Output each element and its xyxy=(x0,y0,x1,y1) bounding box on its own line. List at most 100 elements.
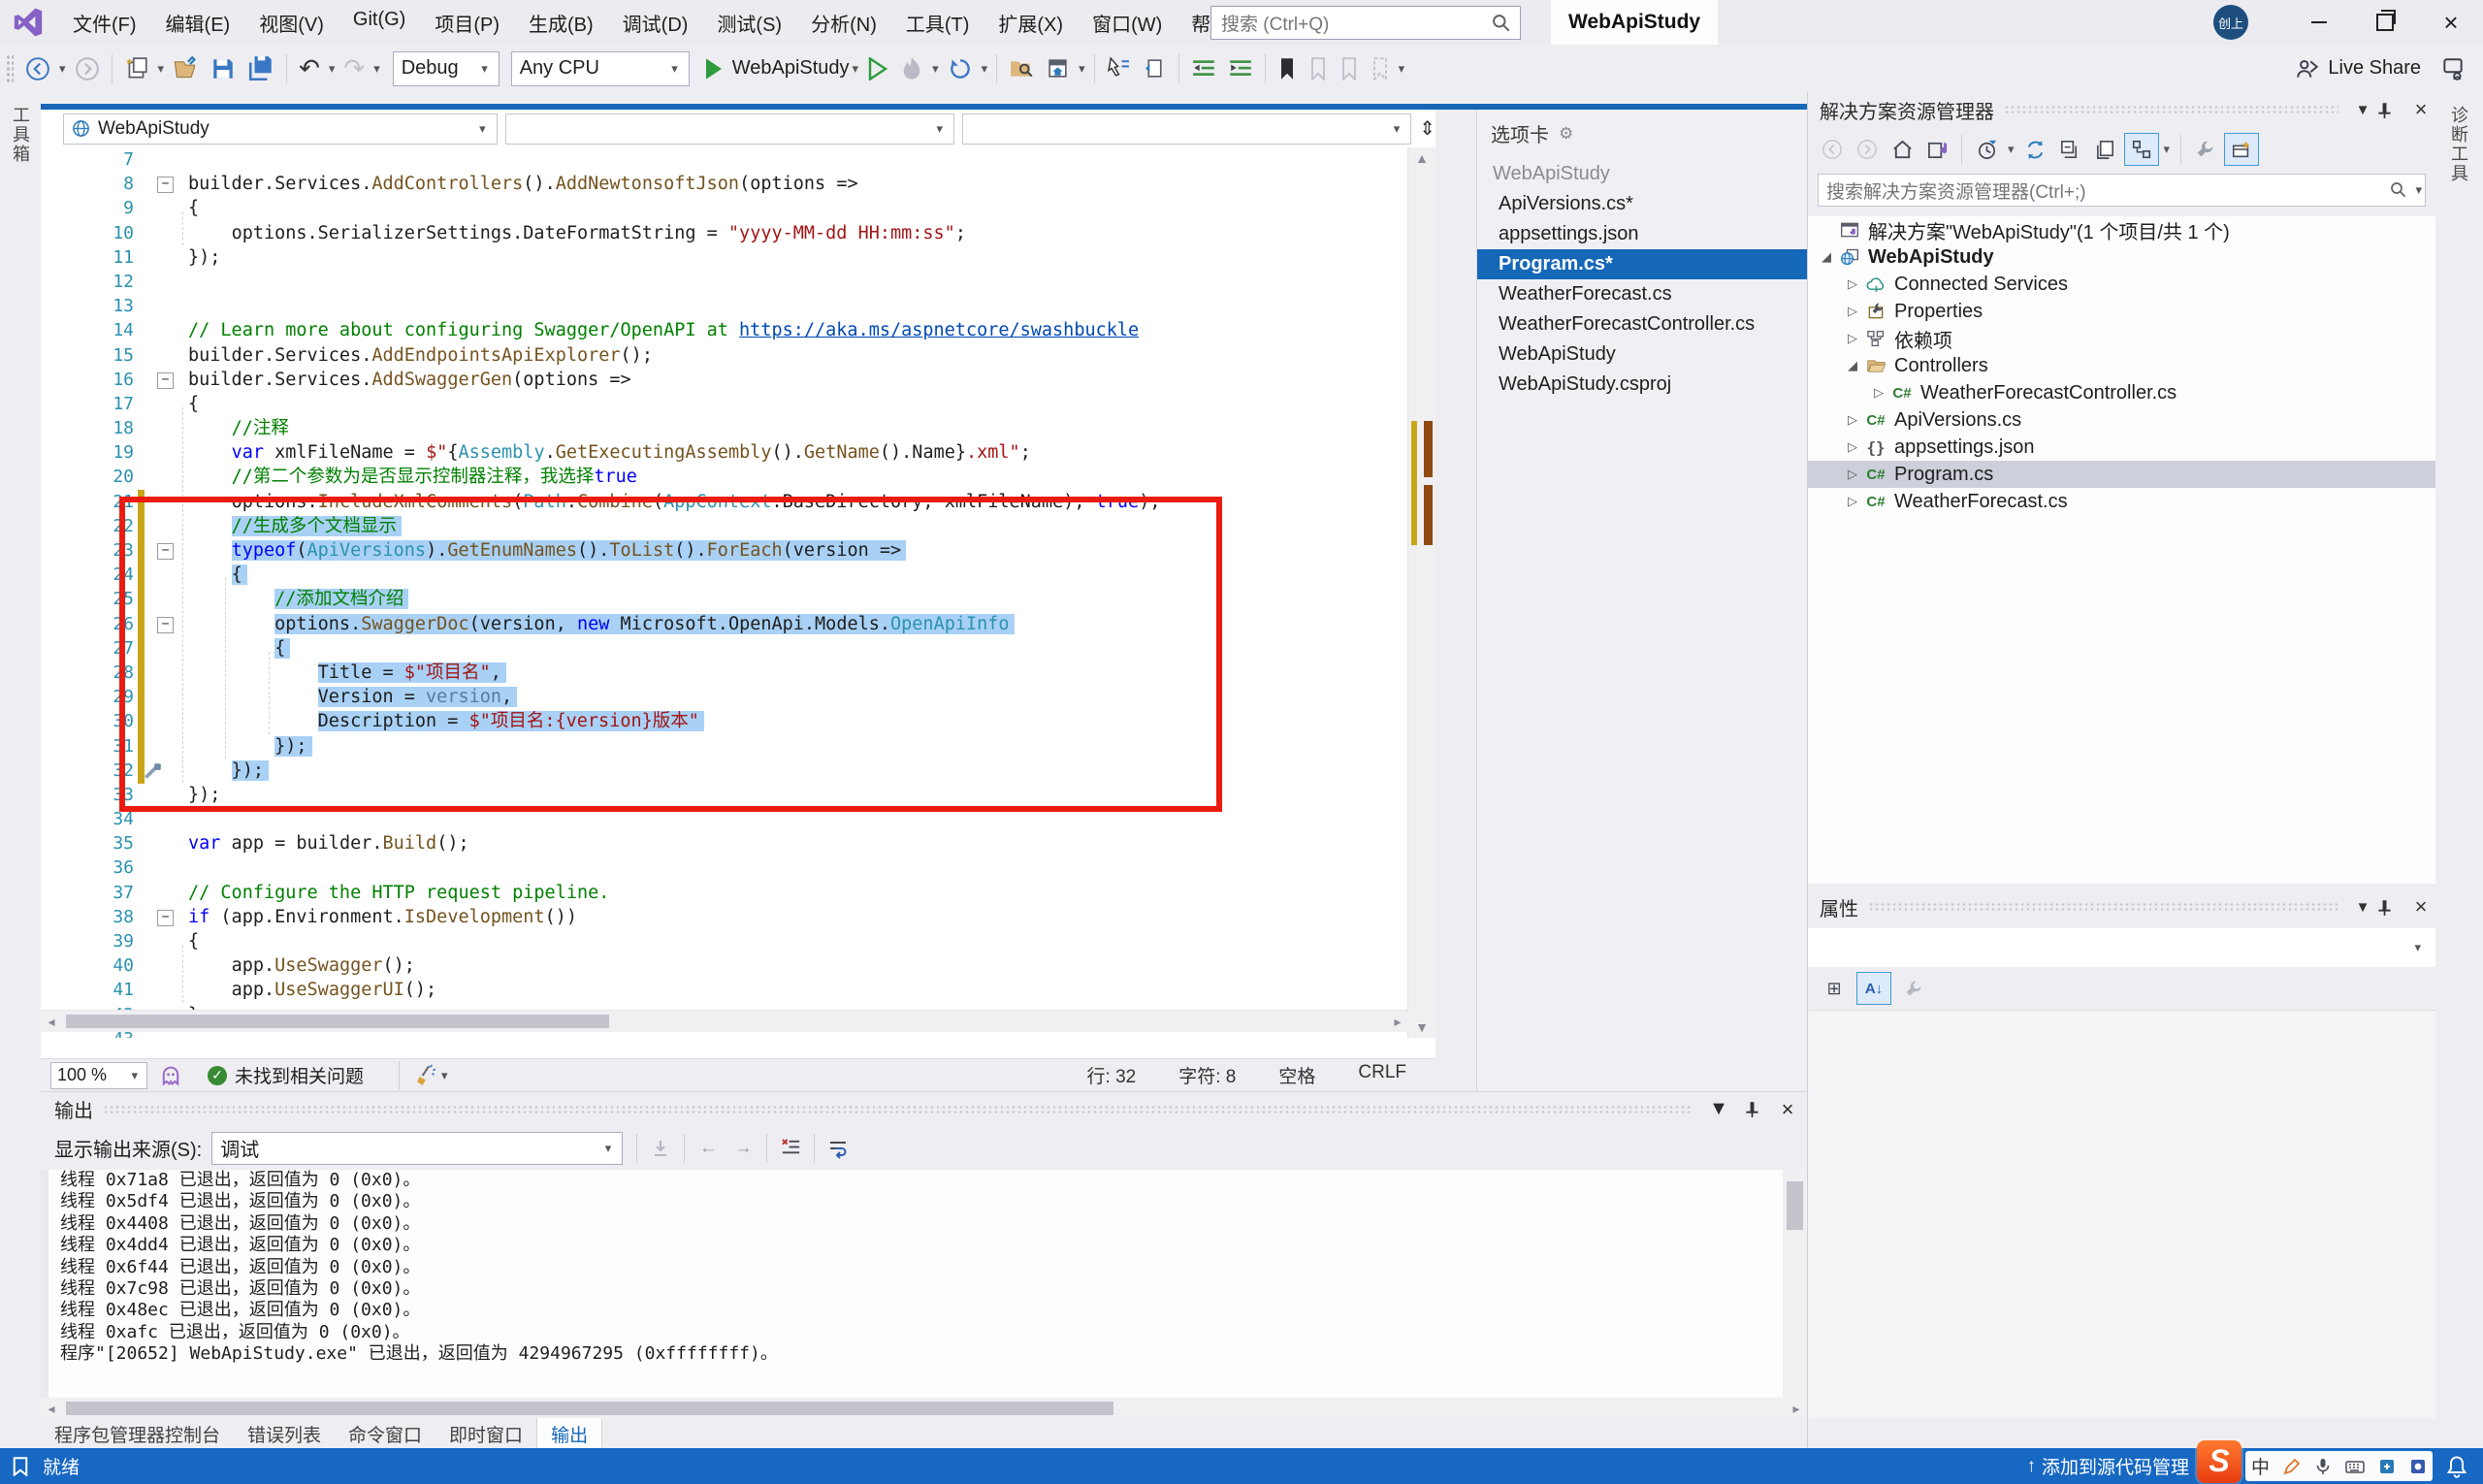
code-line[interactable]: 26− options.SwaggerDoc(version, new Micr… xyxy=(41,612,1408,636)
open-file-button[interactable] xyxy=(167,50,205,87)
tree-item-controllers[interactable]: ◢Controllers xyxy=(1808,352,2435,379)
restore-button[interactable] xyxy=(2355,0,2415,45)
start-debugging-button[interactable]: WebApiStudy ▾ xyxy=(703,57,861,81)
tree-item--webapistudy-1-1-[interactable]: 解决方案"WebApiStudy"(1 个项目/共 1 个) xyxy=(1808,216,2435,243)
code-line[interactable]: 40 app.UseSwagger(); xyxy=(41,953,1408,978)
code-line[interactable]: 23− typeof(ApiVersions).GetEnumNames().T… xyxy=(41,538,1408,563)
pane-menu-caret[interactable]: ▼ xyxy=(2348,102,2377,118)
ime-keyboard-icon[interactable] xyxy=(2345,1458,2365,1475)
new-project-button[interactable] xyxy=(118,50,155,87)
tree-item-properties[interactable]: ▷Properties xyxy=(1808,298,2435,325)
close-pane-icon[interactable]: × xyxy=(1768,1097,1807,1122)
code-line[interactable]: 28 Title = $"项目名", xyxy=(41,661,1408,685)
code-line[interactable]: 29 Version = version, xyxy=(41,685,1408,709)
se-home-button[interactable] xyxy=(1886,134,1919,165)
background-tasks-icon[interactable] xyxy=(12,1457,29,1476)
code-line[interactable]: 35var app = builder.Build(); xyxy=(41,831,1408,855)
eol-indicator[interactable]: CRLF xyxy=(1358,1062,1406,1088)
fold-collapse-icon[interactable]: − xyxy=(157,177,174,193)
menu-item[interactable]: 测试(S) xyxy=(702,1,796,45)
se-sync-caret[interactable]: ▾ xyxy=(2161,142,2174,157)
pane-menu-caret[interactable]: ▼ xyxy=(1702,1098,1735,1120)
code-line[interactable]: 17{ xyxy=(41,392,1408,416)
save-button[interactable] xyxy=(205,50,242,87)
diagnostic-tools-tab[interactable]: 诊断工具 xyxy=(2446,106,2471,183)
restart-caret[interactable]: ▾ xyxy=(979,61,991,77)
code-line[interactable]: 19 var xmlFileName = $"{Assembly.GetExec… xyxy=(41,440,1408,465)
menu-item[interactable]: 调试(D) xyxy=(608,1,703,45)
start-without-debugging-button[interactable] xyxy=(861,50,894,87)
navigate-forward-button[interactable] xyxy=(69,50,106,87)
member-dropdown[interactable]: ▾ xyxy=(962,113,1411,145)
tree-item-connected-services[interactable]: ▷Connected Services xyxy=(1808,271,2435,298)
menu-item[interactable]: 文件(F) xyxy=(58,1,151,45)
code-line[interactable]: 12 xyxy=(41,270,1408,294)
pin-icon[interactable] xyxy=(1735,1101,1768,1117)
pane-drag-grip[interactable] xyxy=(1868,902,2338,912)
solution-explorer-search-input[interactable]: 搜索解决方案资源管理器(Ctrl+;) ▾ xyxy=(1818,174,2426,207)
hot-reload-caret[interactable]: ▾ xyxy=(929,61,942,77)
word-wrap-button[interactable] xyxy=(821,1133,855,1164)
tree-expander[interactable]: ▷ xyxy=(1842,412,1863,428)
document-tab-item[interactable]: WebApiStudy.csproj xyxy=(1477,370,1808,400)
type-dropdown[interactable]: ▾ xyxy=(505,113,954,145)
bottom-tab-程序包管理器控制台[interactable]: 程序包管理器控制台 xyxy=(41,1418,234,1450)
navigate-caret[interactable]: ▾ xyxy=(1076,61,1088,77)
scroll-left-icon[interactable]: ◂ xyxy=(41,1011,62,1032)
se-show-all-files-toggle[interactable] xyxy=(2224,133,2259,166)
menu-item[interactable]: 窗口(W) xyxy=(1078,1,1177,45)
tree-expander[interactable]: ◢ xyxy=(1842,358,1863,373)
properties-object-dropdown[interactable]: ▾ xyxy=(1808,928,2435,967)
sort-alphabetical-icon[interactable]: A↓ xyxy=(1856,972,1891,1005)
navigate-back-button[interactable] xyxy=(19,50,56,87)
code-line[interactable]: 16−builder.Services.AddSwaggerGen(option… xyxy=(41,368,1408,392)
code-line[interactable]: 34 xyxy=(41,807,1408,831)
code-line[interactable]: 11}); xyxy=(41,245,1408,270)
scroll-down-icon[interactable]: ▼ xyxy=(1408,1016,1435,1038)
zoom-level-dropdown[interactable]: 100 % ▾ xyxy=(50,1062,147,1089)
cursor-line-indicator[interactable]: 行: 32 xyxy=(1087,1062,1137,1088)
code-cleanup-icon[interactable] xyxy=(415,1064,438,1087)
bottom-tab-即时窗口[interactable]: 即时窗口 xyxy=(435,1418,536,1450)
feedback-icon[interactable] xyxy=(2440,56,2466,81)
pane-menu-caret[interactable]: ▼ xyxy=(2348,899,2377,916)
cursor-char-indicator[interactable]: 字符: 8 xyxy=(1178,1062,1236,1088)
close-pane-icon[interactable]: × xyxy=(2406,894,2435,919)
editor-horizontal-scrollbar[interactable]: ◂ ▸ xyxy=(41,1010,1408,1032)
navigate-home-button[interactable] xyxy=(1040,50,1076,87)
se-back-button[interactable] xyxy=(1816,134,1849,165)
se-filter-caret[interactable]: ▾ xyxy=(2005,142,2017,157)
code-line[interactable]: 38−if (app.Environment.IsDevelopment()) xyxy=(41,905,1408,929)
solution-platform-dropdown[interactable]: Any CPU ▾ xyxy=(511,51,690,86)
code-line[interactable]: 25 //添加文档介绍 xyxy=(41,587,1408,611)
scroll-right-icon[interactable]: ▸ xyxy=(1786,1398,1807,1419)
menu-item[interactable]: 扩展(X) xyxy=(984,1,1078,45)
code-line[interactable]: 33}); xyxy=(41,783,1408,807)
next-message-button[interactable]: → xyxy=(726,1133,760,1164)
minimize-button[interactable] xyxy=(2289,0,2349,45)
code-area[interactable]: 78−builder.Services.AddControllers().Add… xyxy=(41,147,1408,1038)
menu-item[interactable]: 工具(T) xyxy=(891,1,984,45)
code-line[interactable]: 14// Learn more about configuring Swagge… xyxy=(41,318,1408,342)
se-properties-button[interactable] xyxy=(2189,134,2222,165)
go-to-definition-button[interactable] xyxy=(1101,50,1137,87)
se-pending-changes-filter-button[interactable] xyxy=(1970,134,2003,165)
code-line[interactable]: 24 { xyxy=(41,563,1408,587)
cleanup-caret[interactable]: ▾ xyxy=(438,1068,451,1083)
properties-wrench-icon[interactable] xyxy=(1897,973,1930,1004)
code-line[interactable]: 20 //第二个参数为是否显示控制器注释，我选择true xyxy=(41,465,1408,489)
menu-item[interactable]: 分析(N) xyxy=(796,1,891,45)
menu-item[interactable]: 视图(V) xyxy=(244,1,339,45)
output-vertical-scrollbar[interactable] xyxy=(1783,1170,1807,1398)
undo-button[interactable]: ↶ xyxy=(293,50,326,87)
new-project-caret[interactable]: ▾ xyxy=(155,61,168,77)
se-collapse-all-button[interactable] xyxy=(2054,134,2087,165)
output-horizontal-scrollbar[interactable]: ◂ ▸ xyxy=(41,1398,1807,1419)
scrollbar-thumb[interactable] xyxy=(66,1015,609,1028)
ime-mic-icon[interactable] xyxy=(2314,1458,2332,1475)
tree-item-program-cs[interactable]: ▷C#Program.cs xyxy=(1808,461,2435,488)
se-sync-with-active-document-toggle[interactable] xyxy=(2124,133,2159,166)
code-line[interactable]: 32 }); xyxy=(41,758,1408,783)
quick-search-input[interactable]: 搜索 (Ctrl+Q) xyxy=(1210,6,1521,40)
spaces-indicator[interactable]: 空格 xyxy=(1278,1062,1315,1088)
